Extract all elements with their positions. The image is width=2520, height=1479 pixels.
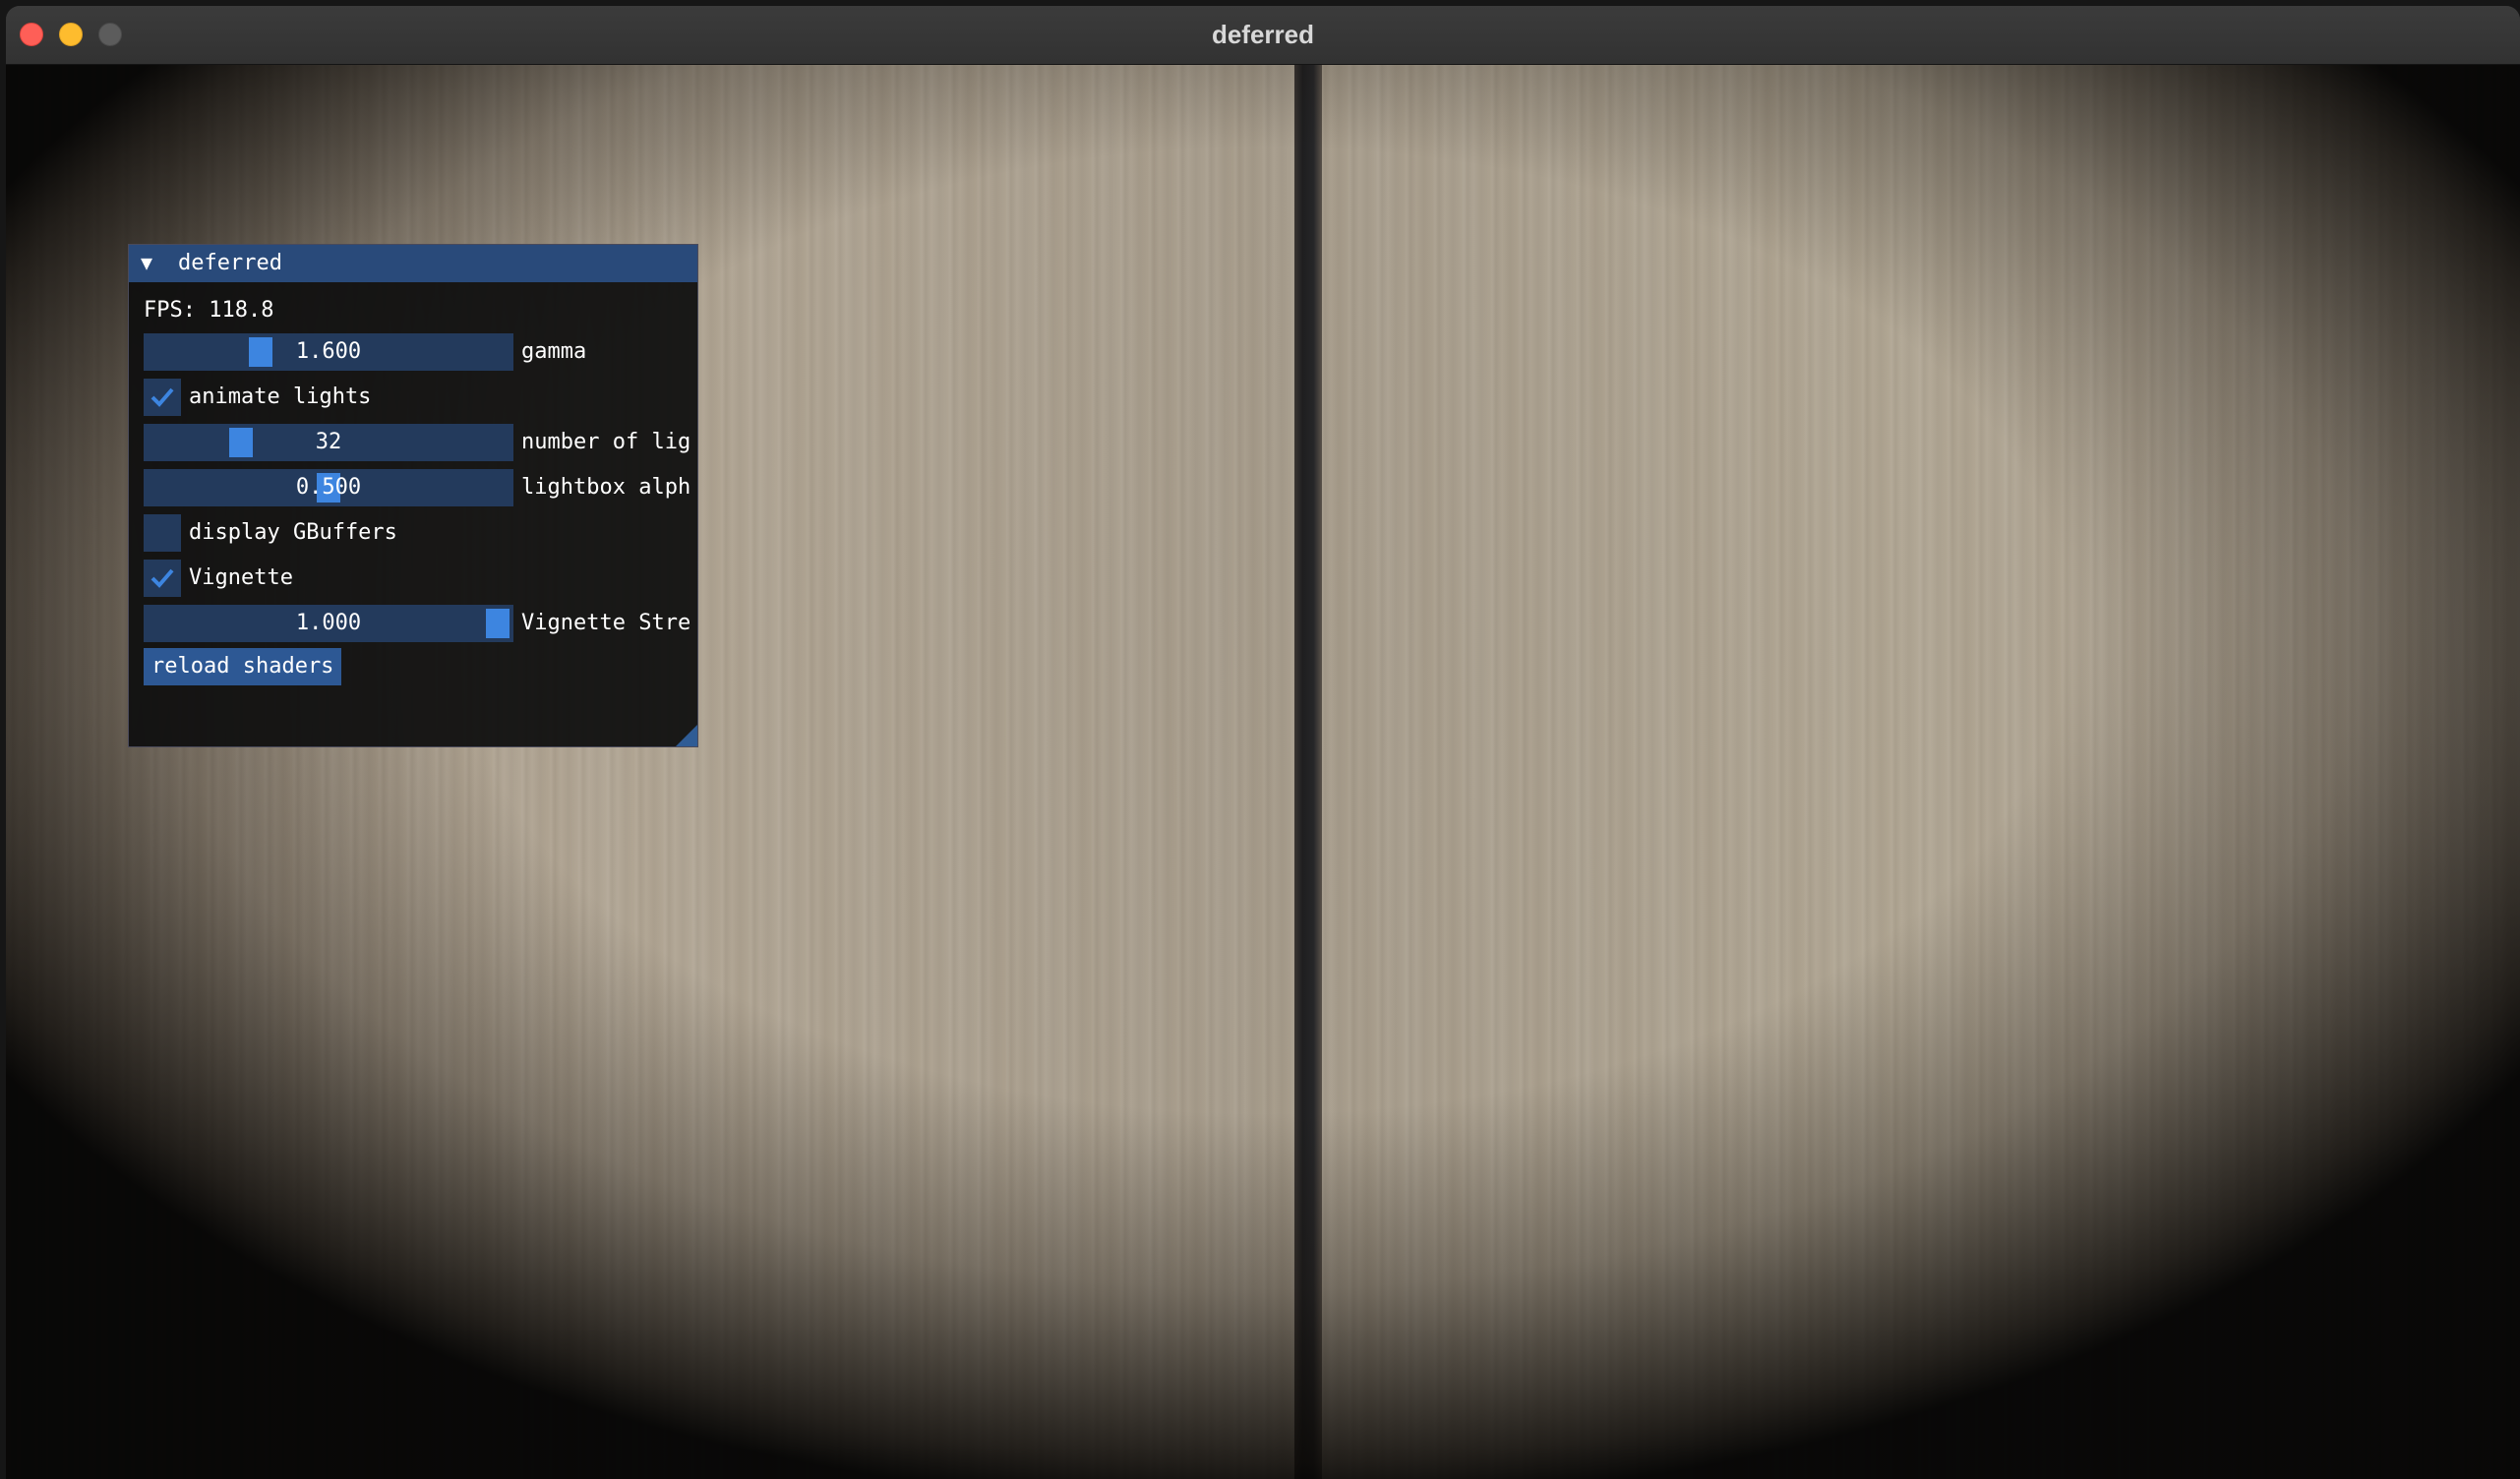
title-bar[interactable]: deferred xyxy=(6,6,2520,65)
panel-title: deferred xyxy=(178,251,282,275)
checkmark-icon xyxy=(150,568,174,588)
vignette-checkbox[interactable] xyxy=(144,560,181,597)
animate-lights-label: animate lights xyxy=(189,385,372,409)
number-of-lights-label: number of lig xyxy=(521,430,691,454)
panel-header[interactable]: ▼ deferred xyxy=(129,245,697,282)
fps-readout: FPS: 118.8 xyxy=(144,298,274,323)
vignette-row: Vignette xyxy=(144,560,697,597)
app-window: deferred ▼ deferred FPS: 118.8 1.600 gam… xyxy=(6,6,2520,1479)
display-gbuffers-row: display GBuffers xyxy=(144,514,697,552)
deferred-settings-panel[interactable]: ▼ deferred FPS: 118.8 1.600 gamma animat… xyxy=(128,244,698,747)
window-title: deferred xyxy=(1211,20,1315,49)
number-of-lights-row: 32 number of lig xyxy=(144,424,697,461)
resize-grip[interactable] xyxy=(676,725,697,746)
checkmark-icon xyxy=(150,387,174,407)
lightbox-alpha-slider[interactable]: 0.500 xyxy=(144,469,513,506)
render-viewport[interactable]: ▼ deferred FPS: 118.8 1.600 gamma animat… xyxy=(6,65,2520,1479)
animate-lights-row: animate lights xyxy=(144,379,697,416)
gamma-label: gamma xyxy=(521,339,587,364)
floor-plank-gap xyxy=(1294,65,1322,1479)
gamma-value: 1.600 xyxy=(295,339,362,364)
gamma-row: 1.600 gamma xyxy=(144,333,697,371)
reload-shaders-button[interactable]: reload shaders xyxy=(144,648,342,685)
vignette-strength-row: 1.000 Vignette Stre xyxy=(144,605,697,642)
display-gbuffers-label: display GBuffers xyxy=(189,520,397,545)
number-of-lights-value: 32 xyxy=(315,430,342,454)
vignette-label: Vignette xyxy=(189,565,293,590)
screen: deferred ▼ deferred FPS: 118.8 1.600 gam… xyxy=(0,0,2520,1479)
lightbox-alpha-row: 0.500 lightbox alph xyxy=(144,469,697,506)
animate-lights-checkbox[interactable] xyxy=(144,379,181,416)
vignette-strength-value: 1.000 xyxy=(295,611,362,635)
lightbox-alpha-label: lightbox alph xyxy=(521,475,691,500)
lightbox-alpha-value: 0.500 xyxy=(295,475,362,500)
vignette-strength-slider[interactable]: 1.000 xyxy=(144,605,513,642)
vignette-strength-label: Vignette Stre xyxy=(521,611,691,635)
display-gbuffers-checkbox[interactable] xyxy=(144,514,181,552)
number-of-lights-slider[interactable]: 32 xyxy=(144,424,513,461)
collapse-triangle-icon[interactable]: ▼ xyxy=(141,251,152,274)
gamma-slider[interactable]: 1.600 xyxy=(144,333,513,371)
